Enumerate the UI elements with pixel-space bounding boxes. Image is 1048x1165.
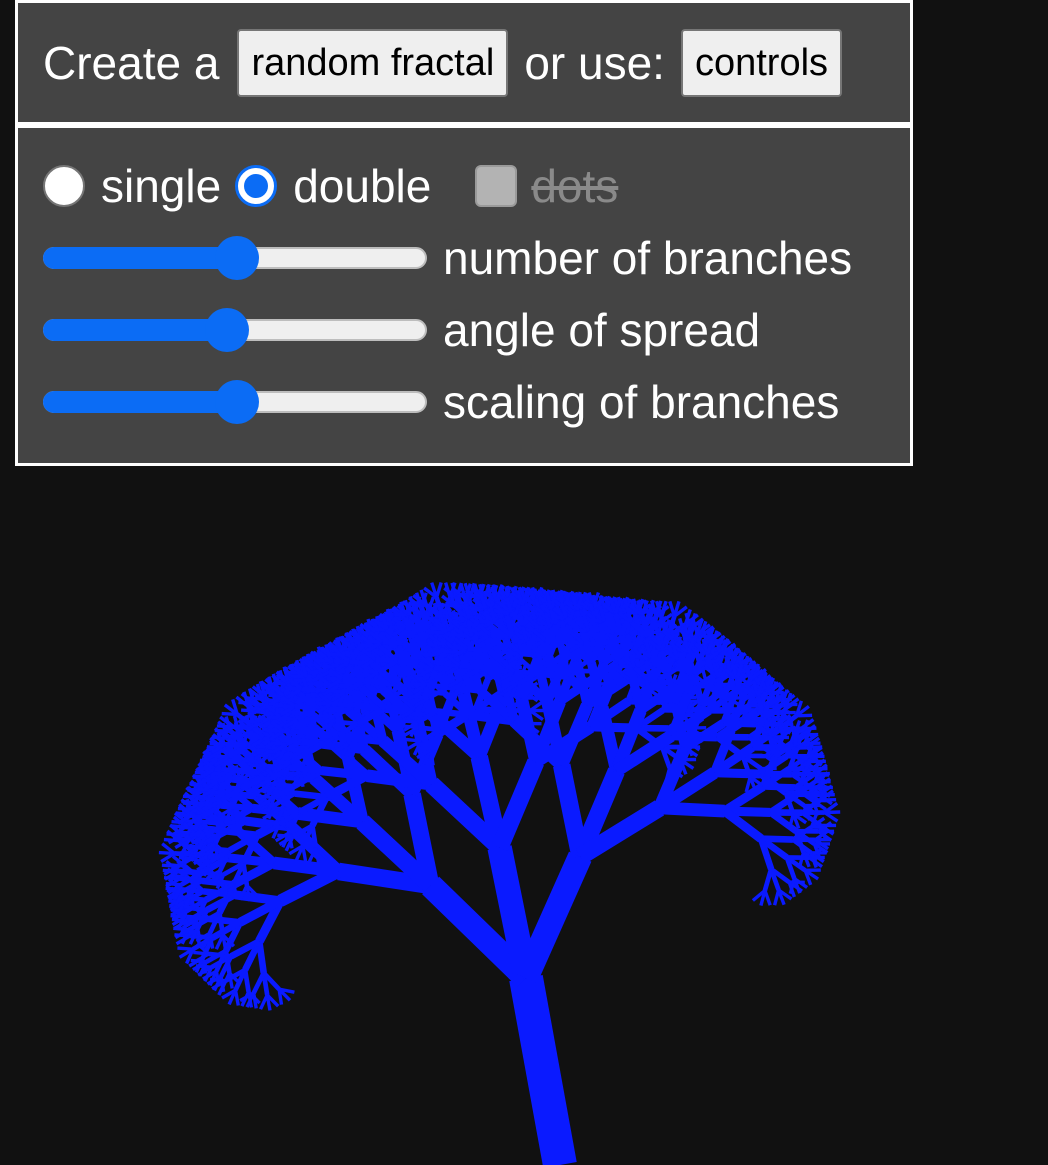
fractal-branch <box>405 737 422 743</box>
fractal-branch <box>258 994 269 1010</box>
fractal-branch <box>178 869 201 876</box>
fractal-branch <box>205 797 222 802</box>
fractal-branch <box>509 975 577 1165</box>
fractal-branch <box>334 719 358 727</box>
double-radio-label: double <box>293 160 432 212</box>
branches-slider-thumb[interactable] <box>215 236 259 280</box>
fractal-branch <box>218 784 242 792</box>
fractal-branch <box>318 713 335 719</box>
single-radio[interactable] <box>43 165 85 207</box>
angle-slider-fill <box>43 319 225 341</box>
fractal-branches <box>158 581 841 1165</box>
slider-row-angle: angle of spread <box>43 300 760 360</box>
slider-row-branches: number of branches <box>43 228 852 288</box>
fractal-tree-canvas <box>158 581 841 1165</box>
fractal-branch <box>194 858 211 864</box>
fractal-branch <box>446 675 463 681</box>
create-prefix-text: Create a <box>43 37 220 89</box>
create-panel: Create a random fractal or use: controls <box>15 0 913 125</box>
branches-slider-fill <box>43 247 235 269</box>
fractal-branch <box>362 669 379 674</box>
fractal-branch <box>170 908 187 913</box>
fractal-branch <box>762 868 774 892</box>
create-row: Create a random fractal or use: controls <box>43 27 843 99</box>
fractal-branch <box>258 794 275 800</box>
mode-row: single double dots <box>43 156 618 216</box>
angle-slider[interactable] <box>43 308 427 352</box>
fractal-branch <box>659 600 668 617</box>
or-use-text: or use: <box>524 37 665 89</box>
fractal-branch <box>434 581 443 598</box>
fractal-branch <box>501 681 518 686</box>
fractal-branch <box>185 813 202 819</box>
fractal-branch <box>762 783 795 791</box>
fractal-branch <box>287 746 310 754</box>
fractal-branch <box>772 889 781 906</box>
branches-slider[interactable] <box>43 236 427 280</box>
fractal-branch <box>294 790 327 801</box>
fractal-branch <box>271 781 294 789</box>
fractal-branch <box>165 881 182 887</box>
scaling-slider-thumb[interactable] <box>215 380 259 424</box>
fractal-branch <box>177 946 194 951</box>
fractal-branch <box>251 971 266 995</box>
fractal-branch <box>491 758 544 852</box>
slider-row-scaling: scaling of branches <box>43 372 839 432</box>
fractal-branch <box>659 801 725 818</box>
dots-checkbox-label: dots <box>531 160 619 212</box>
fractal-branch <box>329 689 346 694</box>
fractal-branch <box>277 988 284 1005</box>
angle-slider-label: angle of spread <box>443 304 761 356</box>
branches-slider-label: number of branches <box>443 232 853 284</box>
fractal-branch <box>796 713 813 718</box>
fractal-branch <box>225 828 258 839</box>
fractal-branch <box>212 754 229 759</box>
dots-checkbox[interactable] <box>475 165 518 207</box>
fractal-branch <box>413 694 429 700</box>
fractal-branch <box>189 832 206 837</box>
controls-panel: single double dots number of branches an… <box>15 125 913 466</box>
fractal-branch <box>202 819 225 827</box>
fractal-branch <box>254 776 271 781</box>
angle-slider-thumb[interactable] <box>205 308 249 352</box>
fractal-branch <box>263 821 280 826</box>
scaling-slider-fill <box>43 391 235 413</box>
single-radio-label: single <box>101 160 222 212</box>
fractal-branch <box>514 851 592 984</box>
fractal-branch <box>281 716 298 721</box>
fractal-branch <box>714 768 761 779</box>
fractal-branch <box>401 719 418 724</box>
fractal-branch <box>418 725 441 733</box>
scaling-slider-label: scaling of branches <box>443 376 840 428</box>
scaling-slider[interactable] <box>43 380 427 424</box>
fractal-branch <box>161 863 178 868</box>
controls-button[interactable]: controls <box>680 29 843 97</box>
fractal-branch <box>201 778 218 784</box>
fractal-branch <box>322 732 339 737</box>
fractal-branch <box>270 741 287 746</box>
double-radio[interactable] <box>235 165 278 207</box>
fractal-branch <box>274 759 291 765</box>
random-fractal-button[interactable]: random fractal <box>237 29 509 97</box>
